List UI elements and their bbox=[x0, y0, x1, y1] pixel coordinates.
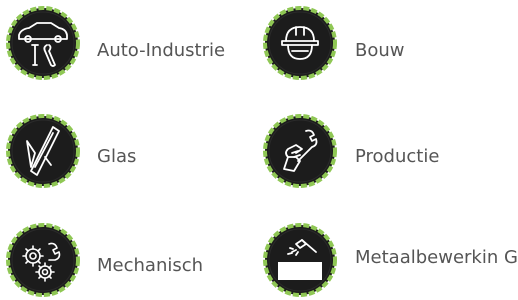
gears-icon bbox=[5, 222, 81, 298]
car-wrench-icon bbox=[5, 5, 81, 81]
category-label: Auto-Industrie bbox=[97, 40, 226, 61]
category-mechanisch[interactable]: Mechanisch bbox=[5, 222, 245, 300]
category-label: Mechanisch bbox=[97, 255, 204, 276]
category-glas[interactable]: Glas bbox=[5, 113, 245, 193]
category-label: Productie bbox=[355, 146, 440, 167]
category-label: Glas bbox=[97, 146, 137, 167]
industry-grid: Auto-Industrie Bouw Glas Productie Mecha… bbox=[0, 0, 518, 300]
category-label: Bouw bbox=[355, 40, 405, 61]
category-bouw[interactable]: Bouw bbox=[262, 5, 502, 85]
hand-wrench-icon bbox=[262, 113, 338, 189]
category-label: Metaalbewerkin G bbox=[355, 247, 518, 268]
category-productie[interactable]: Productie bbox=[262, 113, 502, 193]
category-auto-industrie[interactable]: Auto-Industrie bbox=[5, 5, 245, 85]
hard-hat-icon bbox=[262, 5, 338, 81]
window-glass-icon bbox=[5, 113, 81, 189]
category-metaalbewerking[interactable]: Metaalbewerkin G bbox=[262, 222, 518, 300]
metal-cutting-icon bbox=[262, 222, 338, 298]
